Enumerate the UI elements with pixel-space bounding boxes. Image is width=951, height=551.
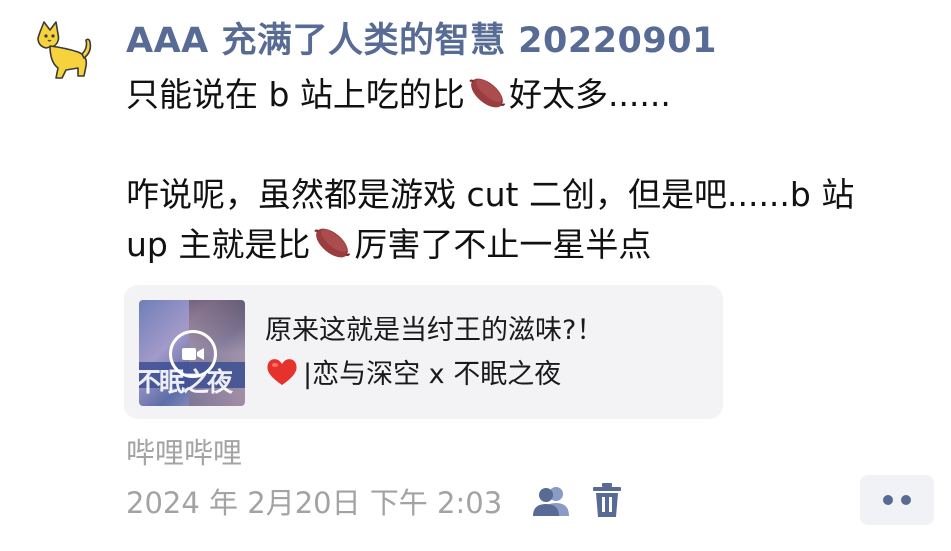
avatar[interactable] — [26, 18, 98, 90]
post-line-1-start: 只能说在 b 站上吃的比 — [126, 75, 465, 114]
sweet-potato-icon — [314, 228, 351, 258]
link-card-title: 原来这就是当纣王的滋味?！ |恋与深空 x 不眠之夜 — [265, 309, 705, 397]
video-camera-icon — [169, 330, 217, 378]
dot-icon — [901, 495, 911, 505]
more-options-button[interactable] — [860, 475, 934, 525]
trash-icon[interactable] — [592, 482, 622, 518]
sweet-potato-icon — [469, 78, 506, 108]
red-heart-icon — [267, 359, 297, 385]
post-line-3-end: 厉害了不止一星半点 — [354, 225, 652, 264]
visibility-people-icon[interactable] — [533, 484, 571, 518]
video-thumbnail: 不眠之夜 — [139, 300, 245, 406]
post-line-3: up 主就是比 厉害了不止一星半点 — [126, 220, 941, 270]
post-line-3-start: up 主就是比 — [126, 225, 311, 264]
link-card-title-line-2-text: |恋与深空 x 不眠之夜 — [303, 359, 562, 390]
post-text: 只能说在 b 站上吃的比 好太多...... 咋说呢，虽然都是游戏 cut 二创… — [126, 70, 941, 270]
dot-icon — [883, 495, 893, 505]
post-line-2: 咋说呢，虽然都是游戏 cut 二创，但是吧......b 站 — [126, 175, 855, 214]
author-name[interactable]: AAA 充满了人类的智慧 20220901 — [126, 12, 717, 63]
post-line-1: 只能说在 b 站上吃的比 好太多...... — [126, 70, 941, 120]
link-card-title-line-2: |恋与深空 x 不眠之夜 — [265, 353, 705, 397]
link-card-title-line-1: 原来这就是当纣王的滋味?！ — [265, 315, 604, 346]
source-label[interactable]: 哔哩哔哩 — [126, 430, 242, 472]
post-line-1-end: 好太多...... — [508, 75, 671, 114]
link-card[interactable]: 不眠之夜 原来这就是当纣王的滋味?！ |恋与深空 x 不眠之夜 — [124, 285, 723, 419]
timestamp: 2024 年 2月20日 下午 2:03 — [126, 486, 503, 520]
